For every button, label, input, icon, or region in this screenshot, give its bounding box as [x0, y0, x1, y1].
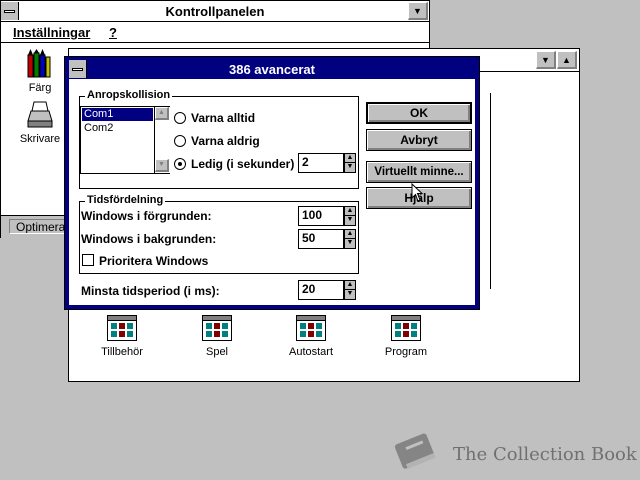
program-group-icon[interactable] [202, 315, 232, 341]
dialog-title: 386 avancerat [228, 62, 315, 77]
radio-idle-seconds[interactable] [174, 158, 186, 170]
radio-label-warn-always[interactable]: Varna alltid [191, 111, 255, 125]
control-panel-title: Kontrollpanelen [165, 4, 265, 19]
watermark-text: The Collection Book [453, 444, 637, 465]
ok-button[interactable]: OK [366, 102, 472, 124]
spin-down-icon[interactable]: ▼ [345, 163, 355, 172]
priority-label[interactable]: Prioritera Windows [99, 254, 208, 268]
cancel-button[interactable]: Avbryt [366, 129, 472, 151]
background-input[interactable]: 50 [298, 229, 344, 249]
com-port-listbox[interactable]: Com1 Com2 ▲ ▼ [80, 106, 170, 174]
group-label-spel: Spel [205, 346, 229, 358]
min-timeslice-input[interactable]: 20 [298, 280, 344, 300]
list-item[interactable]: Com2 [82, 122, 153, 135]
maximize-button[interactable]: ▲ [557, 51, 577, 69]
foreground-spinner[interactable]: ▲ ▼ [344, 206, 356, 226]
idle-seconds-input[interactable]: 2 [298, 153, 344, 173]
radio-label-warn-never[interactable]: Varna aldrig [191, 134, 260, 148]
min-timeslice-spinner[interactable]: ▲ ▼ [344, 280, 356, 300]
spin-up-icon[interactable]: ▲ [345, 230, 355, 239]
mouse-cursor-icon [411, 182, 424, 203]
radio-label-idle-seconds[interactable]: Ledig (i sekunder) [191, 157, 294, 171]
program-group-icon[interactable] [391, 315, 421, 341]
menu-help[interactable]: ? [109, 25, 117, 40]
foreground-input[interactable]: 100 [298, 206, 344, 226]
collision-group-title: Anropskollision [85, 89, 173, 101]
list-item[interactable]: Com1 [82, 108, 153, 121]
group-label-tillbehor: Tillbehör [101, 346, 143, 358]
priority-checkbox[interactable] [82, 254, 94, 266]
foreground-label: Windows i förgrunden: [81, 209, 212, 223]
timing-group-title: Tidsfördelning [85, 194, 166, 206]
radio-warn-always[interactable] [174, 112, 186, 124]
minimize-button[interactable]: ▼ [536, 51, 556, 69]
control-panel-menubar: Inställningar ? [1, 22, 429, 43]
spin-up-icon[interactable]: ▲ [345, 154, 355, 163]
group-label-program: Program [384, 346, 428, 358]
book-icon [388, 430, 442, 474]
scroll-down-icon[interactable]: ▼ [155, 159, 169, 172]
program-group-icon[interactable] [296, 315, 326, 341]
spin-down-icon[interactable]: ▼ [345, 239, 355, 248]
program-group-icon[interactable] [107, 315, 137, 341]
dialog-titlebar[interactable]: 386 avancerat [69, 60, 475, 78]
spin-down-icon[interactable]: ▼ [345, 216, 355, 225]
background-spinner[interactable]: ▲ ▼ [344, 229, 356, 249]
background-label: Windows i bakgrunden: [81, 232, 217, 246]
spin-up-icon[interactable]: ▲ [345, 281, 355, 290]
spin-down-icon[interactable]: ▼ [345, 290, 355, 299]
spin-up-icon[interactable]: ▲ [345, 207, 355, 216]
menu-installningar[interactable]: Inställningar [13, 25, 90, 40]
scroll-up-icon[interactable]: ▲ [155, 107, 169, 120]
idle-seconds-spinner[interactable]: ▲ ▼ [344, 153, 356, 173]
control-panel-titlebar[interactable]: Kontrollpanelen ▼ [1, 1, 429, 22]
min-timeslice-label: Minsta tidsperiod (i ms): [81, 284, 220, 298]
virtual-memory-button[interactable]: Virtuellt minne... [366, 161, 472, 183]
listbox-scrollbar[interactable]: ▲ ▼ [154, 107, 170, 173]
color-pencils-icon[interactable] [27, 49, 51, 81]
minimize-button[interactable]: ▼ [408, 2, 428, 20]
printer-icon[interactable] [27, 101, 53, 129]
radio-warn-never[interactable] [174, 135, 186, 147]
group-label-autostart: Autostart [288, 346, 334, 358]
